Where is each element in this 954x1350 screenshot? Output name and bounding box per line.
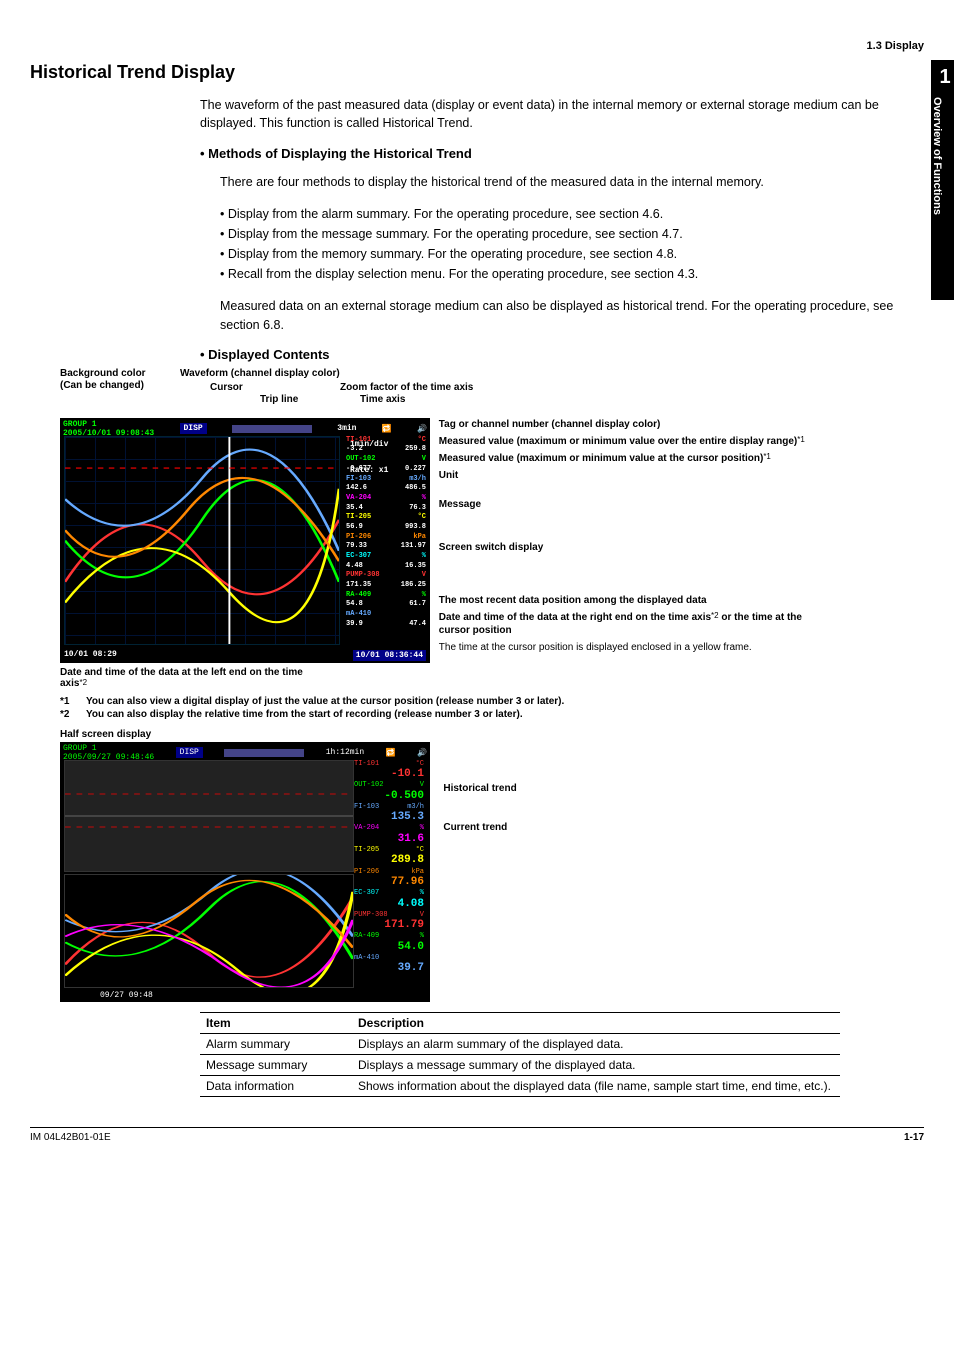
info-table: Item Description Alarm summaryDisplays a…	[200, 1012, 840, 1097]
channel-panel: TI-101°C-3.2259.8OUT-102V-0.6770.227FI-1…	[344, 436, 428, 659]
channel-panel-2: TI-101 °C-10.1OUT-102 V-0.500FI-103 m3/h…	[354, 760, 428, 998]
label-waveform: Waveform (channel display color)	[180, 368, 340, 380]
chapter-title: Overview of Functions	[931, 97, 943, 287]
label-time-axis: Time axis	[360, 394, 405, 406]
fn-key: *1	[60, 695, 86, 708]
table-row: Data informationShows information about …	[200, 1075, 840, 1096]
curr-area	[64, 874, 354, 988]
section-ref: 1.3 Display	[30, 40, 924, 52]
fn-text: You can also display the relative time f…	[86, 708, 523, 721]
th-item: Item	[200, 1012, 352, 1033]
footer-left: IM 04L42B01-01E	[30, 1132, 111, 1143]
cell: Displays an alarm summary of the display…	[352, 1033, 840, 1054]
co-curr: Current trend	[443, 821, 643, 834]
cell: Message summary	[200, 1054, 352, 1075]
footer-right: 1-17	[904, 1132, 924, 1143]
loop-icon: 🔁	[382, 424, 392, 434]
methods-tail: Measured data on an external storage med…	[220, 297, 924, 335]
co-recent: The most recent data position among the …	[439, 594, 819, 607]
hist-area	[64, 760, 354, 872]
fn-key: *2	[60, 708, 86, 721]
list-item: Display from the alarm summary. For the …	[220, 204, 924, 224]
co-unit: Unit	[439, 469, 819, 482]
table-row: Message summaryDisplays a message summar…	[200, 1054, 840, 1075]
co-hist: Historical trend	[443, 782, 643, 795]
progress-bar	[232, 425, 312, 433]
chapter-number: 1	[931, 60, 954, 89]
co-message: Message	[439, 498, 819, 511]
diagram: Background color (Can be changed) Wavefo…	[60, 368, 924, 689]
displayed-heading: Displayed Contents	[200, 347, 924, 362]
fn-text: You can also view a digital display of j…	[86, 695, 564, 708]
co-mvcursor: Measured value (maximum or minimum value…	[439, 452, 819, 465]
cell: Displays a message summary of the displa…	[352, 1054, 840, 1075]
chapter-tab: 1 Overview of Functions	[931, 60, 954, 300]
progress-bar	[224, 749, 304, 757]
interval: 1h:12min	[326, 748, 364, 757]
label-cursor: Cursor	[210, 382, 243, 394]
grp: GROUP 1	[63, 744, 97, 753]
label-zoom: Zoom factor of the time axis	[340, 382, 473, 394]
methods-list: Display from the alarm summary. For the …	[30, 204, 924, 284]
bottom-time: 09/27 09:48	[100, 991, 153, 1000]
intro-text: The waveform of the past measured data (…	[200, 96, 924, 134]
interval: 3min	[337, 424, 356, 433]
loop-icon: 🔁	[386, 748, 396, 758]
speaker-icon: 🔊	[417, 748, 427, 758]
waveform-area	[64, 436, 340, 645]
co-screen-switch: Screen switch display	[439, 541, 819, 554]
speaker-icon: 🔊	[417, 424, 427, 434]
methods-lead: There are four methods to display the hi…	[220, 173, 924, 192]
cell: Alarm summary	[200, 1033, 352, 1054]
label-bg: Background color (Can be changed)	[60, 368, 170, 392]
list-item: Display from the message summary. For th…	[220, 224, 924, 244]
list-item: Display from the memory summary. For the…	[220, 244, 924, 264]
cell: Data information	[200, 1075, 352, 1096]
page-footer: IM 04L42B01-01E 1-17	[30, 1127, 924, 1143]
callouts-right: Tag or channel number (channel display c…	[439, 418, 819, 658]
methods-heading: Methods of Displaying the Historical Tre…	[200, 146, 924, 161]
disp-badge: DISP	[176, 747, 203, 758]
co-dt-left: Date and time of the data at the left en…	[60, 667, 310, 689]
footnotes: *1You can also view a digital display of…	[60, 695, 924, 721]
screenshot-half: GROUP 12005/09/27 09:48:46 DISP 1h:12min…	[60, 742, 430, 1002]
screenshot-full: GROUP 12005/10/01 09:08:43 DISP 3min 🔁 🔊…	[60, 418, 430, 663]
left-time: 10/01 08:29	[64, 650, 117, 661]
right-time: 10/01 08:36:44	[353, 650, 426, 661]
page-title: Historical Trend Display	[30, 62, 924, 83]
label-trip: Trip line	[260, 394, 298, 406]
co-dt-right-note: The time at the cursor position is displ…	[439, 641, 819, 654]
co-mvrange: Measured value (maximum or minimum value…	[439, 435, 819, 448]
co-dt-right: Date and time of the data at the right e…	[439, 611, 819, 637]
half-screen-label: Half screen display	[60, 729, 924, 740]
list-item: Recall from the display selection menu. …	[220, 264, 924, 284]
co-tag: Tag or channel number (channel display c…	[439, 418, 819, 431]
table-row: Alarm summaryDisplays an alarm summary o…	[200, 1033, 840, 1054]
disp-badge: DISP	[180, 423, 207, 434]
th-desc: Description	[352, 1012, 840, 1033]
grp: GROUP 1	[63, 420, 97, 429]
cell: Shows information about the displayed da…	[352, 1075, 840, 1096]
half-callouts: Historical trend Current trend	[443, 782, 643, 860]
